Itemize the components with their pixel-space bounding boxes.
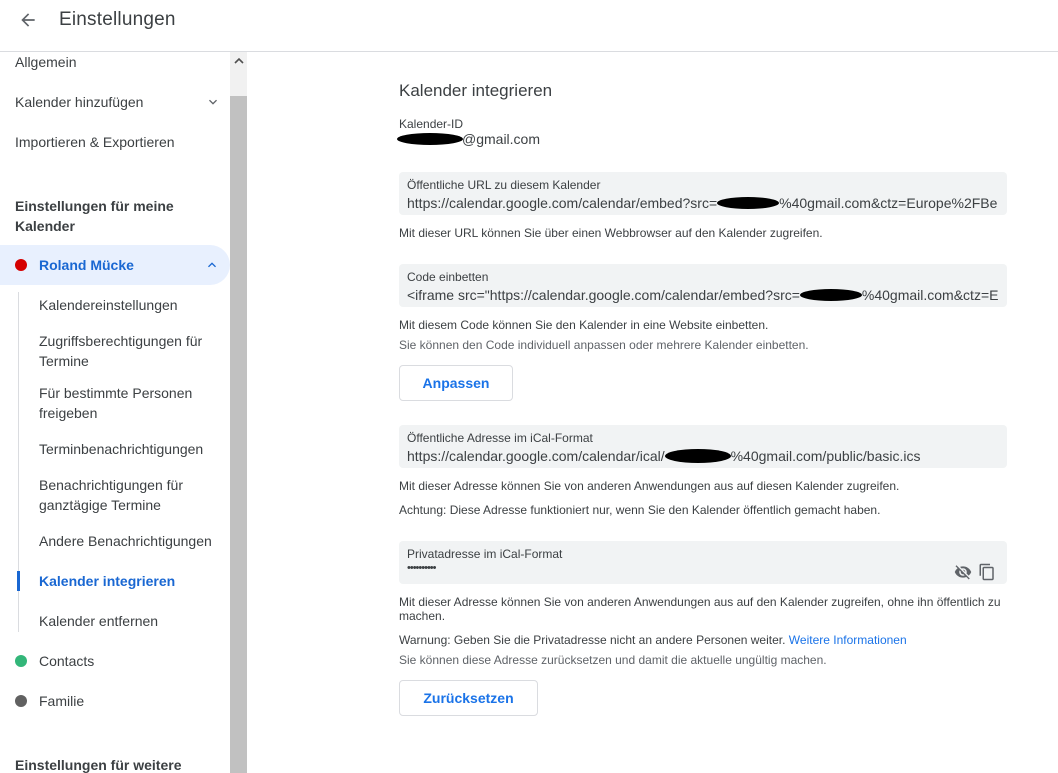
more-info-link[interactable]: Weitere Informationen [789,633,907,647]
section-title: Kalender integrieren [399,81,553,100]
calendar-id-value: @gmail.com [462,131,541,147]
embed-code-field[interactable]: Code einbetten <iframe src="https://cale… [399,264,1007,307]
ical-public-label: Öffentliche Adresse im iCal-Format [407,431,593,445]
sidebar-calendar-familie[interactable]: Familie [0,681,230,721]
redaction-mark [664,449,731,463]
other-calendars-heading: Einstellungen für weitere [15,757,182,773]
chevron-down-icon [209,99,217,105]
calendar-name: Roland Mücke [39,257,134,273]
ical-private-reset-hint: Sie können diese Adresse zurücksetzen un… [399,653,827,667]
scrollbar-thumb[interactable] [230,96,247,773]
caret-up-icon [233,57,244,64]
ical-private-value: •••••••••• [407,562,436,574]
top-bar: Einstellungen [0,0,1058,52]
embed-code-help: Mit diesem Code können Sie den Kalender … [399,318,769,332]
embed-code-value: <iframe src="https://calendar.google.com… [407,287,999,303]
calendar-color-dot [15,695,27,707]
redaction-mark [799,289,862,301]
my-calendars-heading: Einstellungen für meine Kalender [15,198,174,234]
embed-code-hint: Sie können den Code individuell anpassen… [399,338,809,352]
page-title: Einstellungen [59,9,176,30]
sidebar-sub-other-notifications[interactable]: Andere Benachrichtigungen [39,531,224,551]
ical-private-help: Mit dieser Adresse können Sie von andere… [399,595,1001,623]
public-url-help: Mit dieser URL können Sie über einen Web… [399,226,823,240]
eye-off-icon [954,565,972,580]
customize-button[interactable]: Anpassen [399,365,513,401]
ical-public-warning: Achtung: Diese Adresse funktioniert nur,… [399,503,881,517]
sidebar-calendar-roland[interactable]: Roland Mücke [0,245,230,285]
reset-button[interactable]: Zurücksetzen [399,680,538,716]
public-url-label: Öffentliche URL zu diesem Kalender [407,178,601,192]
calendar-color-dot [15,259,27,271]
scroll-up-button[interactable] [230,52,247,69]
ical-private-field[interactable]: Privatadresse im iCal-Format •••••••••• [399,541,1007,584]
settings-sidebar: Allgemein Kalender hinzufügen Importiere… [0,52,230,773]
sidebar-sub-remove-calendar[interactable]: Kalender entfernen [39,611,224,631]
chevron-up-icon [208,262,216,268]
sidebar-sub-allday-notifications[interactable]: Benachrichtigungen für ganztägige Termin… [39,475,224,515]
active-indicator [17,571,20,591]
ical-private-label: Privatadresse im iCal-Format [407,547,563,561]
copy-icon [979,563,994,581]
sidebar-sub-share-specific[interactable]: Für bestimmte Personen freigeben [39,383,224,423]
ical-public-value: https://calendar.google.com/calendar/ica… [407,448,921,464]
sidebar-sub-event-notifications[interactable]: Terminbenachrichtigungen [39,439,224,459]
copy-button[interactable] [977,562,997,582]
sidebar-calendar-contacts[interactable]: Contacts [0,641,230,681]
redaction-mark [717,197,780,209]
calendar-name: Contacts [39,653,95,669]
sidebar-item-general[interactable]: Allgemein [15,52,230,72]
sidebar-sub-integrate-calendar[interactable]: Kalender integrieren [39,571,224,591]
sidebar-item-add-calendar[interactable]: Kalender hinzufügen [15,92,220,112]
calendar-color-dot [15,655,27,667]
ical-public-help: Mit dieser Adresse können Sie von andere… [399,479,900,493]
toggle-visibility-button[interactable] [953,562,973,582]
main-content: Kalender integrieren Kalender-ID @gmail.… [247,52,1058,773]
public-url-field[interactable]: Öffentliche URL zu diesem Kalender https… [399,172,1007,215]
sidebar-item-label: Kalender hinzufügen [15,94,144,110]
ical-public-field[interactable]: Öffentliche Adresse im iCal-Format https… [399,425,1007,468]
redaction-mark [397,133,463,145]
back-button[interactable] [12,6,44,34]
embed-code-label: Code einbetten [407,270,489,284]
sidebar-item-import-export[interactable]: Importieren & Exportieren [15,132,230,152]
calendar-name: Familie [39,693,85,709]
ical-private-warning: Warnung: Geben Sie die Privatadresse nic… [399,633,907,647]
public-url-value: https://calendar.google.com/calendar/emb… [407,195,998,211]
sidebar-sub-calendar-settings[interactable]: Kalendereinstellungen [39,295,224,315]
sidebar-sub-event-permissions[interactable]: Zugriffsberechtigungen für Termine [39,331,224,371]
arrow-left-icon [21,13,35,27]
calendar-id-label: Kalender-ID [399,117,464,131]
